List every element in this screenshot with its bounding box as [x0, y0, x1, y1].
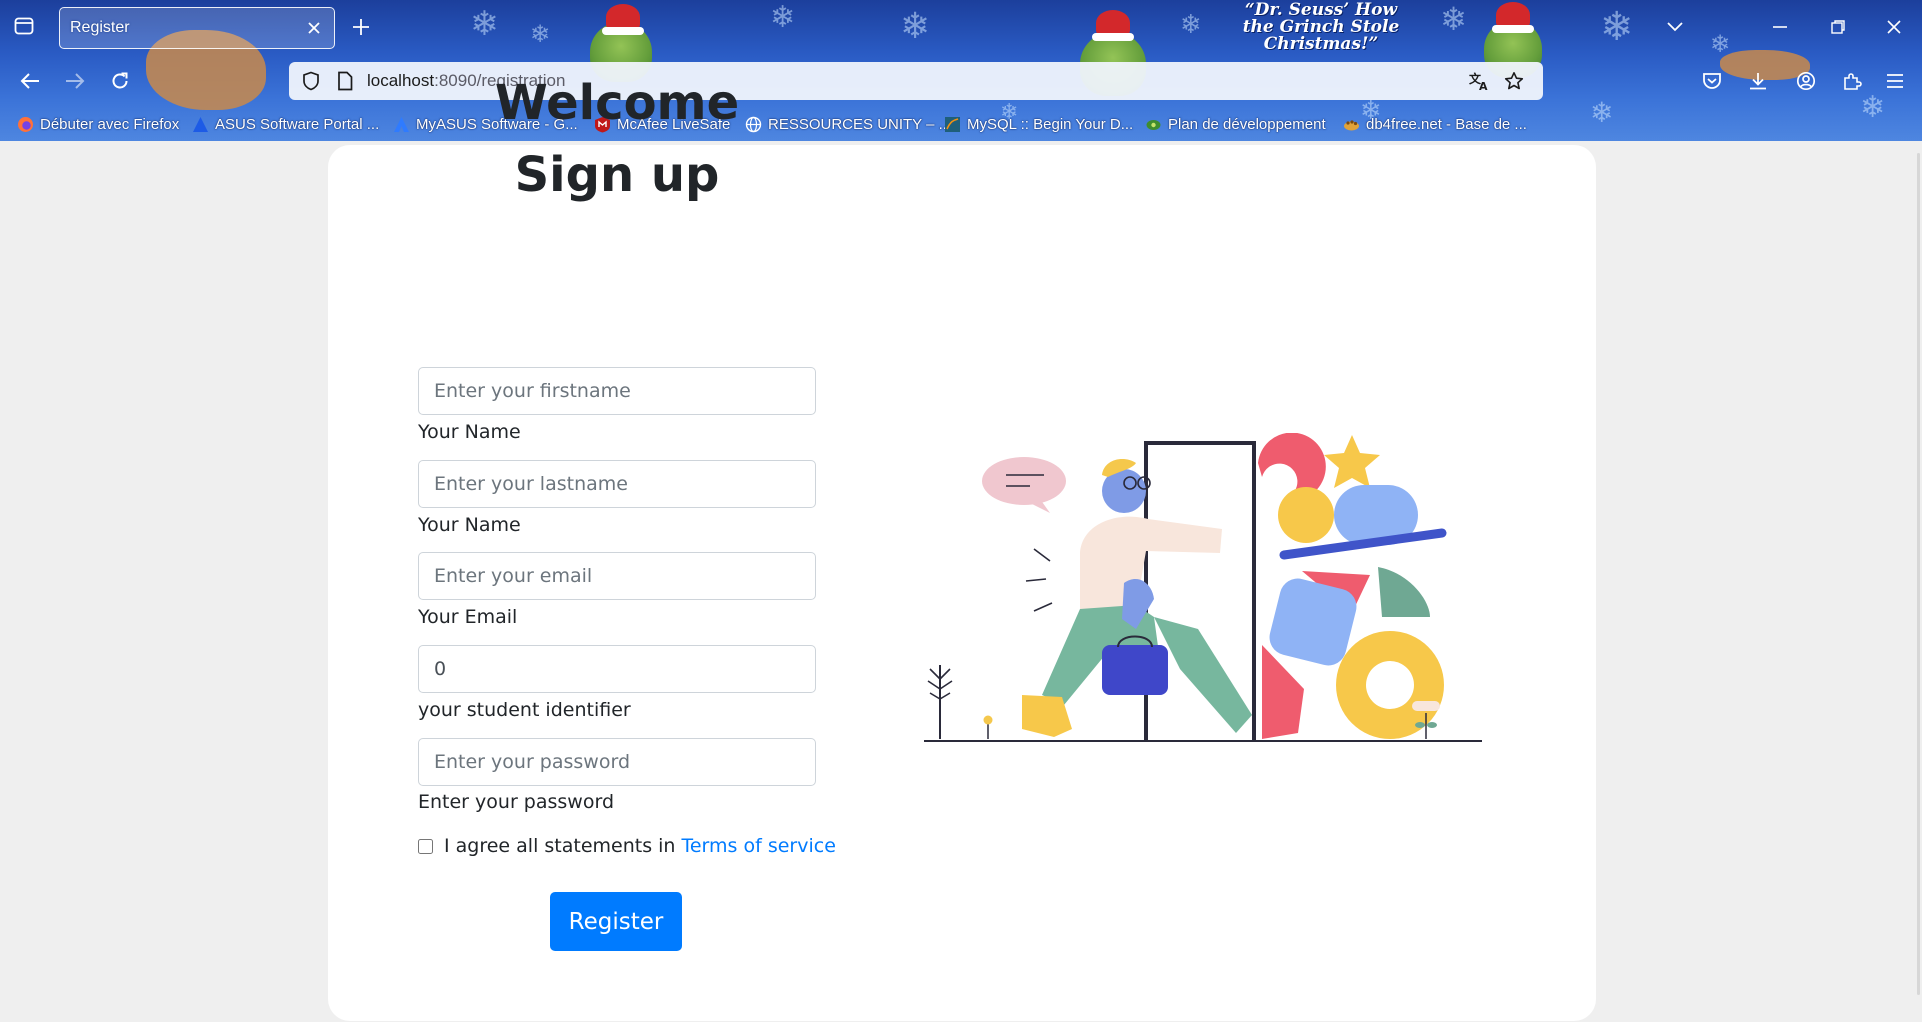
bookmark-label: MySQL :: Begin Your D...	[967, 115, 1134, 133]
email-label: Your Email	[418, 606, 518, 628]
firstname-input[interactable]	[418, 367, 816, 415]
restore-icon	[1831, 20, 1845, 34]
db4free-icon	[1343, 116, 1360, 133]
bookmark-label: ASUS Software Portal ...	[215, 115, 380, 133]
account-button[interactable]	[1791, 66, 1821, 96]
register-button[interactable]: Register	[550, 892, 682, 951]
arrow-right-icon	[66, 73, 85, 89]
tab-list-button[interactable]	[11, 13, 37, 39]
bookmark-star-button[interactable]	[1502, 69, 1526, 93]
close-icon	[1887, 20, 1901, 34]
site-info-button[interactable]	[333, 69, 357, 93]
snowflake-decoration: ❄	[900, 6, 931, 47]
snowflake-decoration: ❄	[1600, 4, 1634, 50]
download-icon	[1750, 73, 1766, 90]
student-id-input[interactable]	[418, 645, 816, 693]
forward-button[interactable]	[59, 65, 91, 97]
shield-icon	[303, 71, 319, 91]
account-icon	[1796, 71, 1816, 91]
bookmark-label: Plan de développement	[1168, 115, 1326, 133]
menu-button[interactable]	[1880, 66, 1910, 96]
bookmark-label: Débuter avec Firefox	[40, 115, 180, 133]
bookmark-item[interactable]: db4free.net - Base de ...	[1343, 112, 1527, 136]
snowflake-decoration: ❄	[1180, 10, 1202, 40]
email-input[interactable]	[418, 552, 816, 600]
extensions-button[interactable]	[1837, 66, 1867, 96]
firefox-icon	[17, 116, 34, 133]
svg-text:A: A	[1479, 80, 1488, 91]
hamburger-menu-icon	[1887, 74, 1903, 88]
signup-heading: Welcome Sign up	[418, 67, 816, 211]
plus-icon	[353, 19, 369, 35]
tracking-protection-button[interactable]	[299, 69, 323, 93]
firstname-label: Your Name	[418, 421, 521, 443]
heading-sign-up: Sign up	[514, 147, 720, 203]
page-scrollbar[interactable]	[1917, 153, 1920, 995]
bookmark-item[interactable]: Débuter avec Firefox	[17, 112, 179, 136]
chevron-down-icon	[1667, 22, 1683, 32]
translate-icon: 文 A	[1469, 71, 1488, 91]
tab-register[interactable]: Register	[59, 7, 335, 49]
puzzle-icon	[1844, 73, 1862, 90]
bookmark-item[interactable]: MySQL :: Begin Your D...	[944, 112, 1133, 136]
snowflake-decoration: ❄	[1440, 0, 1467, 38]
new-tab-button[interactable]	[348, 14, 374, 40]
pocket-icon	[1703, 73, 1721, 89]
back-button[interactable]	[14, 65, 46, 97]
arrow-left-icon	[20, 73, 39, 89]
grinch-hat-decoration	[1492, 2, 1534, 33]
plan-icon	[1145, 116, 1162, 133]
tab-title: Register	[70, 19, 130, 36]
downloads-button[interactable]	[1743, 66, 1773, 96]
student-id-label: your student identifier	[418, 699, 631, 721]
password-label: Enter your password	[418, 791, 615, 813]
window-close-button[interactable]	[1879, 12, 1909, 42]
terms-of-service-link[interactable]: Terms of service	[681, 835, 835, 857]
minimize-button[interactable]	[1765, 12, 1795, 42]
password-input[interactable]	[418, 738, 816, 786]
mysql-icon	[944, 116, 961, 133]
terms-text: I agree all statements in	[444, 835, 676, 857]
snowflake-decoration: ❄	[530, 20, 551, 48]
snowflake-decoration: ❄	[470, 4, 499, 44]
theme-title: “Dr. Seuss’ How the Grinch Stole Christm…	[1242, 0, 1400, 54]
restore-button[interactable]	[1823, 12, 1853, 42]
reload-button[interactable]	[104, 65, 136, 97]
myasus-icon	[393, 116, 410, 133]
bookmark-label: db4free.net - Base de ...	[1366, 115, 1527, 133]
tab-close-button[interactable]	[302, 16, 326, 40]
tab-list-icon	[14, 17, 34, 35]
bookmark-item[interactable]: ASUS Software Portal ...	[192, 112, 379, 136]
close-icon	[308, 22, 320, 34]
star-icon	[1504, 72, 1524, 90]
browser-chrome: ❄ ❄ ❄ ❄ ❄ ❄ ❄ ❄ ❄ ❄ ❄ ❄ “Dr. Seuss’ How …	[0, 0, 1922, 141]
reload-icon	[112, 72, 128, 89]
bookmarks-toolbar: Débuter avec Firefox ASUS Software Porta…	[0, 112, 1922, 136]
terms-row: I agree all statements in Terms of servi…	[418, 835, 836, 857]
lastname-label: Your Name	[418, 514, 521, 536]
asus-icon	[192, 116, 209, 133]
grinch-hat-decoration	[1092, 10, 1134, 41]
heading-welcome: Welcome	[494, 75, 740, 131]
pocket-button[interactable]	[1697, 66, 1727, 96]
list-all-tabs-button[interactable]	[1660, 12, 1690, 42]
signup-illustration	[924, 433, 1482, 742]
snowflake-decoration: ❄	[770, 0, 796, 35]
page-icon	[338, 71, 353, 91]
minimize-icon	[1773, 26, 1787, 28]
bookmark-item[interactable]: Plan de développement	[1145, 112, 1326, 136]
lastname-input[interactable]	[418, 460, 816, 508]
terms-checkbox[interactable]	[418, 838, 433, 854]
translate-button[interactable]: 文 A	[1467, 69, 1491, 93]
grinch-hat-decoration	[602, 4, 644, 35]
